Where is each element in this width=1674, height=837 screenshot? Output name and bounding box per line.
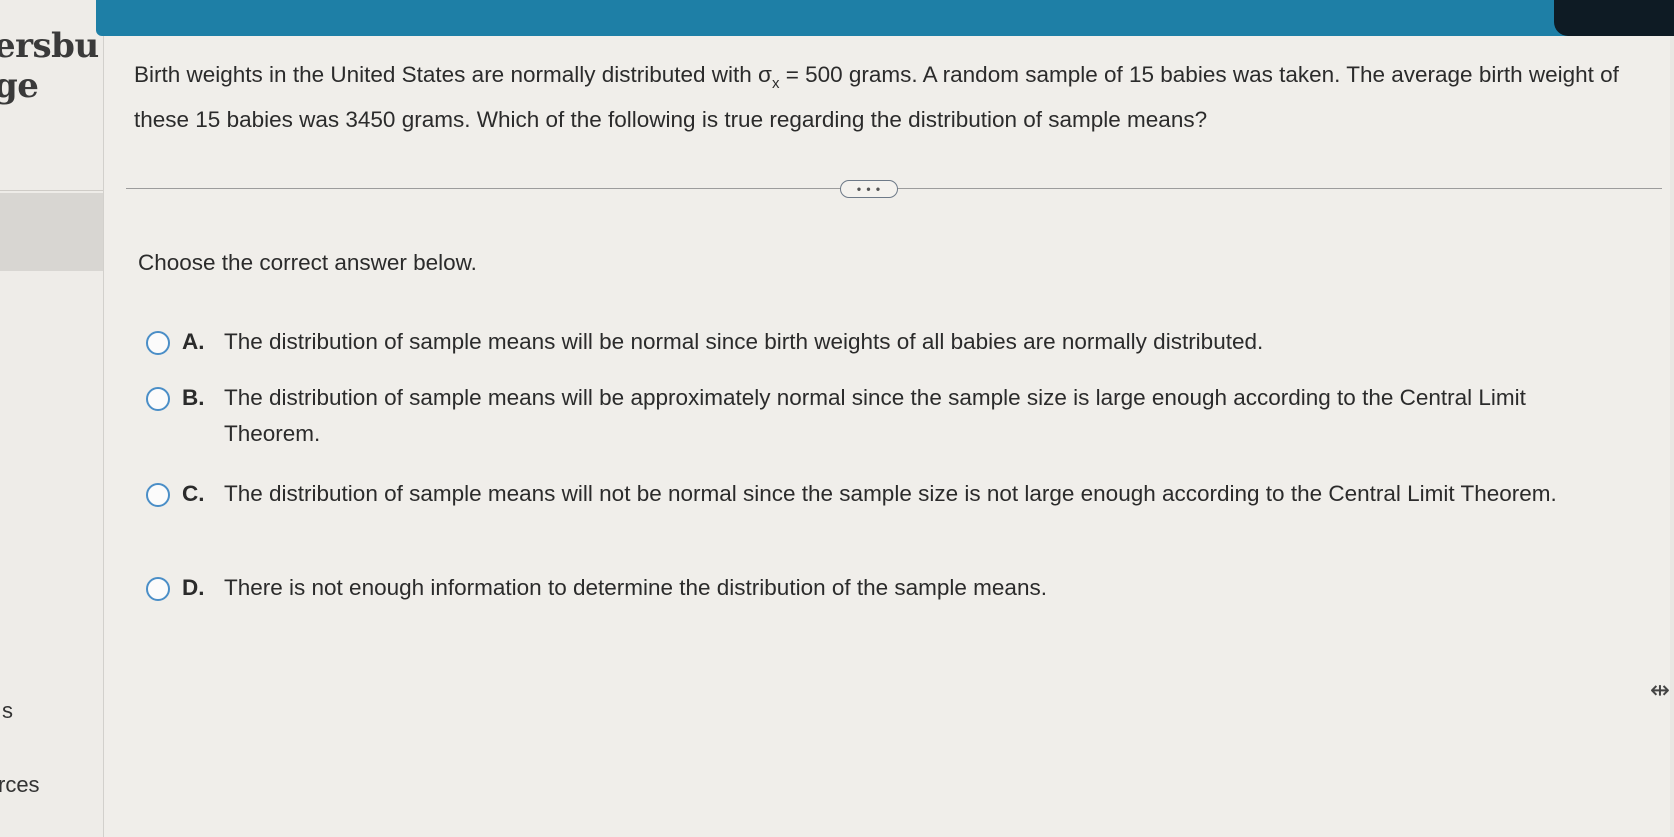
option-letter: D.	[182, 575, 205, 600]
option-letter: A.	[182, 329, 205, 354]
resize-arrow-icon[interactable]: ⇹	[1650, 676, 1670, 705]
sidebar: ersbu ge s rces	[0, 0, 104, 837]
option-text: The distribution of sample means will be…	[224, 385, 1526, 446]
top-bar-dark-corner	[1554, 0, 1674, 36]
sidebar-item-s[interactable]: s	[2, 698, 13, 724]
option-b[interactable]: B. The distribution of sample means will…	[146, 380, 1574, 452]
radio-button-icon[interactable]	[146, 387, 170, 411]
answer-prompt: Choose the correct answer below.	[138, 250, 477, 275]
sidebar-divider	[0, 190, 104, 191]
question-part-1: Birth weights in the United States are n…	[134, 62, 772, 87]
option-letter: C.	[182, 481, 205, 506]
option-a[interactable]: A. The distribution of sample means will…	[146, 324, 1574, 360]
question-text: Birth weights in the United States are n…	[134, 54, 1634, 141]
option-text: There is not enough information to deter…	[224, 575, 1047, 600]
option-text: The distribution of sample means will no…	[224, 481, 1557, 506]
question-panel: Birth weights in the United States are n…	[104, 36, 1670, 837]
expand-button[interactable]: • • •	[840, 180, 898, 198]
brand-logo: ersbu ge	[0, 26, 99, 106]
option-text: The distribution of sample means will be…	[224, 329, 1264, 354]
option-letter: B.	[182, 385, 205, 410]
question-subscript: x	[771, 75, 780, 92]
sidebar-item-active[interactable]	[0, 193, 104, 271]
option-c[interactable]: C. The distribution of sample means will…	[146, 476, 1574, 512]
top-bar	[96, 0, 1674, 36]
option-d[interactable]: D. There is not enough information to de…	[146, 570, 1574, 606]
sidebar-item-resources[interactable]: rces	[0, 772, 40, 798]
radio-button-icon[interactable]	[146, 331, 170, 355]
brand-line-2: ge	[0, 66, 39, 106]
brand-line-1: ersbu	[0, 26, 99, 66]
radio-button-icon[interactable]	[146, 483, 170, 507]
radio-button-icon[interactable]	[146, 577, 170, 601]
